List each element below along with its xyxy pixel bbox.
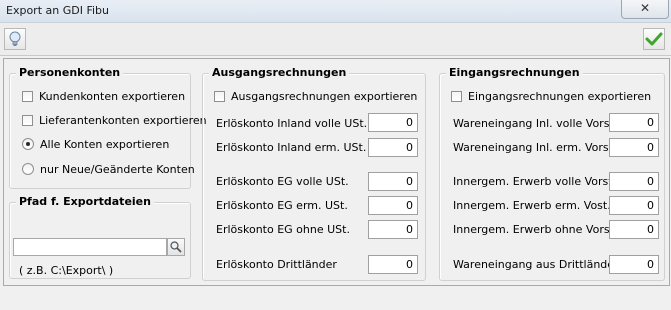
eingang-export-checkbox-row[interactable]: Eingangsrechnungen exportieren xyxy=(451,88,651,104)
lieferantenkonten-checkbox-row[interactable]: Lieferantenkonten exportieren xyxy=(22,112,207,128)
lightbulb-icon xyxy=(9,31,21,46)
ausgang-export-checkbox-row[interactable]: Ausgangsrechnungen exportieren xyxy=(214,88,417,104)
ausgang-field-label: Erlöskonto EG erm. USt. xyxy=(216,199,348,212)
ausgang-field-input[interactable]: 0 xyxy=(368,220,418,239)
checkmark-icon xyxy=(645,32,663,46)
ausgang-field-label: Erlöskonto Inland volle USt. xyxy=(216,117,368,130)
ausgang-field-input[interactable]: 0 xyxy=(368,196,418,215)
ausgangsrechnungen-group: Ausgangsrechnungen Ausgangsrechnungen ex… xyxy=(202,66,426,281)
ausgang-field-input[interactable]: 0 xyxy=(368,255,418,274)
alle-konten-label: Alle Konten exportieren xyxy=(40,137,170,151)
ausgang-field-label: Erlöskonto Inland erm. USt. xyxy=(216,141,367,154)
lieferantenkonten-checkbox[interactable] xyxy=(22,114,33,126)
eingang-field-label: Innergem. Erwerb erm. Vost. xyxy=(453,199,611,212)
ausgang-field-input[interactable]: 0 xyxy=(368,113,418,132)
eingang-export-label: Eingangsrechnungen exportieren xyxy=(468,89,652,103)
eingangsrechnungen-group: Eingangsrechnungen Eingangsrechnungen ex… xyxy=(439,66,665,281)
hint-button[interactable] xyxy=(4,28,26,50)
status-bar xyxy=(0,286,671,310)
ausgang-field-label: Erlöskonto EG ohne USt. xyxy=(216,223,350,236)
close-button[interactable]: ✕ xyxy=(621,0,669,19)
export-path-input[interactable] xyxy=(13,238,167,256)
confirm-button[interactable] xyxy=(643,28,665,50)
title-bar: Export an GDI Fibu ✕ xyxy=(0,0,671,23)
eingang-field-label: Wareneingang Inl. erm. Vorst. xyxy=(453,141,617,154)
eingang-field-input[interactable]: 0 xyxy=(609,220,659,239)
ausgangsrechnungen-title: Ausgangsrechnungen xyxy=(209,66,350,79)
kundenkonten-checkbox[interactable] xyxy=(22,90,33,102)
eingang-field-input[interactable]: 0 xyxy=(609,196,659,215)
kundenkonten-checkbox-row[interactable]: Kundenkonten exportieren xyxy=(22,88,185,104)
ausgang-export-checkbox[interactable] xyxy=(214,90,225,102)
window-title: Export an GDI Fibu xyxy=(6,4,109,17)
eingang-field-label: Wareneingang Inl. volle Vorst. xyxy=(453,117,618,130)
eingang-field-label: Innergem. Erwerb ohne Vorst. xyxy=(453,223,618,236)
kundenkonten-label: Kundenkonten exportieren xyxy=(39,89,186,103)
eingang-field-input[interactable]: 0 xyxy=(609,172,659,191)
eingang-field-input[interactable]: 0 xyxy=(609,113,659,132)
eingang-field-input[interactable]: 0 xyxy=(609,255,659,274)
ausgang-export-label: Ausgangsrechnungen exportieren xyxy=(231,89,418,103)
ausgang-field-input[interactable]: 0 xyxy=(368,172,418,191)
personenkonten-group: Personenkonten Kundenkonten exportieren … xyxy=(9,66,207,189)
export-settings-panel: Personenkonten Kundenkonten exportieren … xyxy=(3,58,670,286)
toolbar xyxy=(0,23,671,56)
ausgang-field-label: Erlöskonto Drittländer xyxy=(216,258,337,271)
personenkonten-title: Personenkonten xyxy=(16,66,124,79)
ausgang-field-input[interactable]: 0 xyxy=(368,138,418,157)
neue-konten-label: nur Neue/Geänderte Konten xyxy=(40,162,195,176)
alle-konten-radio-row[interactable]: Alle Konten exportieren xyxy=(22,136,169,152)
pfad-title: Pfad f. Exportdateien xyxy=(16,195,154,208)
search-icon xyxy=(170,241,182,253)
browse-button[interactable] xyxy=(167,238,185,256)
eingang-export-checkbox[interactable] xyxy=(451,90,462,102)
path-hint: ( z.B. C:\Export\ ) xyxy=(19,264,114,277)
lieferantenkonten-label: Lieferantenkonten exportieren xyxy=(39,113,207,127)
eingang-field-label: Innergem. Erwerb volle Vorst. xyxy=(453,175,617,188)
neue-konten-radio-row[interactable]: nur Neue/Geänderte Konten xyxy=(22,161,195,177)
neue-konten-radio[interactable] xyxy=(22,163,34,175)
eingang-field-label: Wareneingang aus Drittländern xyxy=(453,258,626,271)
eingangsrechnungen-title: Eingangsrechnungen xyxy=(446,66,583,79)
eingang-field-input[interactable]: 0 xyxy=(609,138,659,157)
alle-konten-radio[interactable] xyxy=(22,138,34,150)
ausgang-field-label: Erlöskonto EG volle USt. xyxy=(216,175,349,188)
